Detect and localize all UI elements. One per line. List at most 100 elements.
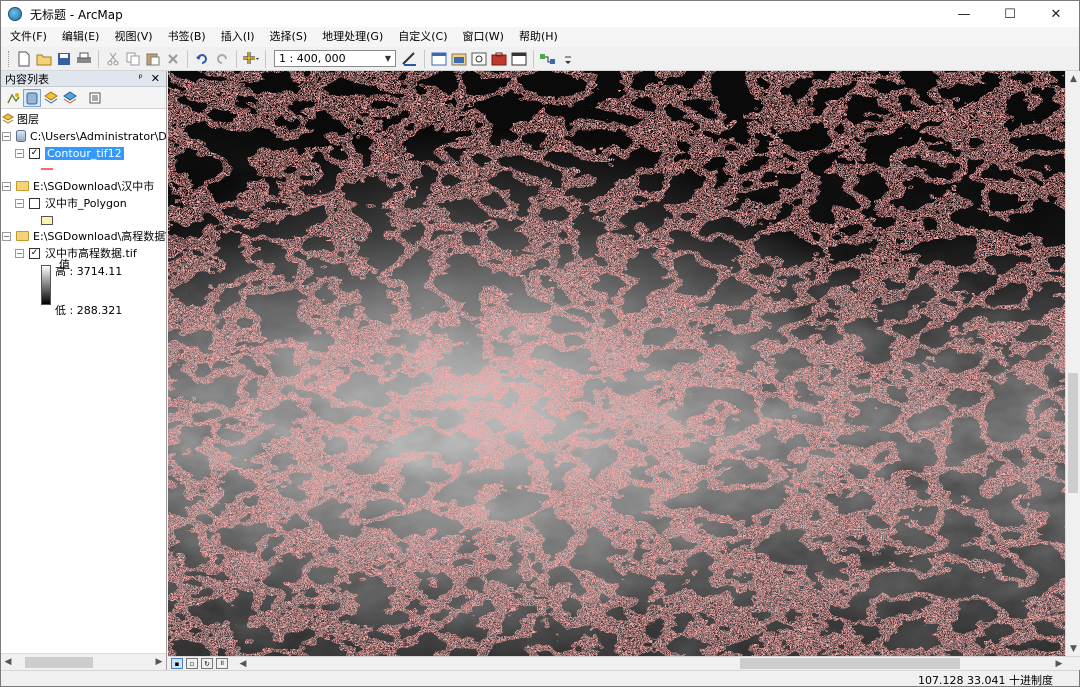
map-horizontal-scrollbar[interactable]: ◀ ▶: [236, 657, 1066, 670]
menu-geoprocessing[interactable]: 地理处理(G): [313, 27, 389, 47]
dem-contour-map[interactable]: [168, 71, 1065, 656]
polygon-legend-symbol[interactable]: [41, 212, 53, 228]
toc-layer-polygon-label[interactable]: 汉中市_Polygon: [45, 195, 127, 211]
toolbar-grip[interactable]: [8, 50, 11, 67]
menu-bookmarks[interactable]: 书签(B): [159, 27, 212, 47]
layer-visibility-checkbox[interactable]: [29, 197, 40, 209]
search-window-icon[interactable]: [470, 50, 488, 68]
cut-icon[interactable]: [104, 50, 122, 68]
database-icon: [16, 130, 26, 142]
list-by-selection-icon[interactable]: [61, 89, 79, 107]
title-bar: 无标题 - ArcMap — ☐ ✕: [1, 1, 1079, 27]
map-scale-combobox[interactable]: 1 : 400, 000 ▼: [274, 50, 396, 67]
data-view-button[interactable]: ▪: [171, 658, 183, 669]
table-of-contents-icon[interactable]: [430, 50, 448, 68]
collapse-icon[interactable]: −: [2, 181, 11, 191]
menu-insert[interactable]: 插入(I): [212, 27, 261, 47]
list-by-visibility-icon[interactable]: [42, 89, 60, 107]
toc-options-icon[interactable]: [86, 89, 104, 107]
contour-legend-symbol[interactable]: [41, 161, 53, 177]
new-document-icon[interactable]: [15, 50, 33, 68]
undo-icon[interactable]: [193, 50, 211, 68]
menu-windows[interactable]: 窗口(W): [454, 27, 510, 47]
layer-visibility-checkbox[interactable]: ✓: [29, 147, 40, 159]
scroll-left-icon[interactable]: ◀: [1, 655, 15, 670]
toolbar-separator: [98, 49, 99, 68]
pause-drawing-icon[interactable]: ॥: [216, 658, 228, 669]
chevron-down-icon[interactable]: ▼: [381, 51, 395, 66]
maximize-button[interactable]: ☐: [987, 1, 1033, 27]
menu-edit[interactable]: 编辑(E): [53, 27, 106, 47]
toc-db-group[interactable]: − C:\Users\Administrator\Docu: [2, 128, 166, 144]
arcmap-window: 无标题 - ArcMap — ☐ ✕ 文件(F) 编辑(E) 视图(V) 书签(…: [0, 0, 1080, 687]
paste-icon[interactable]: [144, 50, 162, 68]
toc-layer-contour[interactable]: − ✓ Contour_tif12: [15, 145, 124, 161]
scroll-track[interactable]: [15, 656, 152, 669]
list-by-drawing-order-icon[interactable]: [4, 89, 22, 107]
collapse-icon[interactable]: −: [2, 231, 11, 241]
toc-folder2-group[interactable]: − E:\SGDownload\高程数据\汉中: [2, 228, 166, 244]
scroll-right-icon[interactable]: ▶: [1052, 656, 1066, 671]
toolbar-separator: [424, 49, 425, 68]
python-window-icon[interactable]: [510, 50, 528, 68]
toc-title: 内容列表: [5, 72, 49, 86]
menu-view[interactable]: 视图(V): [105, 27, 158, 47]
toc-layer-contour-label[interactable]: Contour_tif12: [45, 146, 124, 160]
window-title: 无标题 - ArcMap: [30, 7, 123, 22]
minimize-button[interactable]: —: [941, 1, 987, 27]
toc-root-layers[interactable]: 图层: [2, 111, 39, 127]
contour-lines-layer: [168, 71, 1065, 656]
menu-bar: 文件(F) 编辑(E) 视图(V) 书签(B) 插入(I) 选择(S) 地理处理…: [1, 27, 1079, 47]
menu-help[interactable]: 帮助(H): [510, 27, 564, 47]
modelbuilder-icon[interactable]: [539, 50, 557, 68]
copy-icon[interactable]: [124, 50, 142, 68]
dem-low-value: 低 : 288.321: [55, 302, 122, 318]
scroll-right-icon[interactable]: ▶: [152, 655, 166, 670]
scroll-thumb[interactable]: [740, 658, 960, 669]
toolbar-options-icon[interactable]: [559, 50, 577, 68]
menu-selection[interactable]: 选择(S): [261, 27, 314, 47]
catalog-icon[interactable]: [450, 50, 468, 68]
toc-layer-dem[interactable]: − ✓ 汉中市高程数据.tif: [15, 245, 137, 261]
menu-customize[interactable]: 自定义(C): [389, 27, 453, 47]
delete-icon[interactable]: [164, 50, 182, 68]
map-vertical-scrollbar[interactable]: ▲ ▼: [1065, 71, 1080, 656]
toc-folder1-group[interactable]: − E:\SGDownload\汉中市: [2, 178, 154, 194]
redo-icon[interactable]: [213, 50, 231, 68]
scroll-thumb[interactable]: [1068, 373, 1078, 493]
toolbar-separator: [187, 49, 188, 68]
print-icon[interactable]: [75, 50, 93, 68]
scroll-left-icon[interactable]: ◀: [236, 656, 250, 671]
toc-layer-polygon[interactable]: − 汉中市_Polygon: [15, 195, 127, 211]
toolbar-separator: [265, 49, 266, 68]
refresh-view-icon[interactable]: ↻: [201, 658, 213, 669]
pin-icon[interactable]: ᵖ: [138, 73, 142, 84]
menu-file[interactable]: 文件(F): [1, 27, 53, 47]
toc-header: 内容列表 ᵖ ✕: [1, 71, 166, 87]
add-data-icon[interactable]: [242, 50, 260, 68]
list-by-source-icon[interactable]: [23, 88, 41, 107]
toc-horizontal-scrollbar[interactable]: ◀ ▶: [1, 653, 166, 670]
toc-view-tabs: [1, 87, 166, 109]
layout-view-button[interactable]: ▫: [186, 658, 198, 669]
close-button[interactable]: ✕: [1033, 1, 1079, 27]
map-display[interactable]: [168, 71, 1065, 656]
scroll-up-icon[interactable]: ▲: [1066, 71, 1080, 86]
editor-toolbar-icon[interactable]: [401, 50, 419, 68]
elevation-color-ramp[interactable]: [41, 265, 51, 305]
scroll-thumb[interactable]: [25, 656, 93, 668]
save-icon[interactable]: [55, 50, 73, 68]
collapse-icon[interactable]: −: [15, 198, 24, 208]
collapse-icon[interactable]: −: [15, 248, 24, 258]
scroll-down-icon[interactable]: ▼: [1066, 641, 1080, 656]
collapse-icon[interactable]: −: [15, 148, 24, 158]
table-of-contents-panel: 内容列表 ᵖ ✕ 图层 − C:\Users\Administrator\Doc…: [1, 71, 167, 670]
collapse-icon[interactable]: −: [2, 131, 11, 141]
standard-toolbar: 1 : 400, 000 ▼: [1, 47, 1079, 71]
toc-tree: 图层 − C:\Users\Administrator\Docu − ✓ Con…: [1, 109, 166, 651]
close-icon[interactable]: ✕: [151, 72, 160, 85]
layer-visibility-checkbox[interactable]: ✓: [29, 247, 40, 259]
scroll-track[interactable]: [250, 657, 1052, 670]
open-folder-icon[interactable]: [35, 50, 53, 68]
arctoolbox-icon[interactable]: [490, 50, 508, 68]
